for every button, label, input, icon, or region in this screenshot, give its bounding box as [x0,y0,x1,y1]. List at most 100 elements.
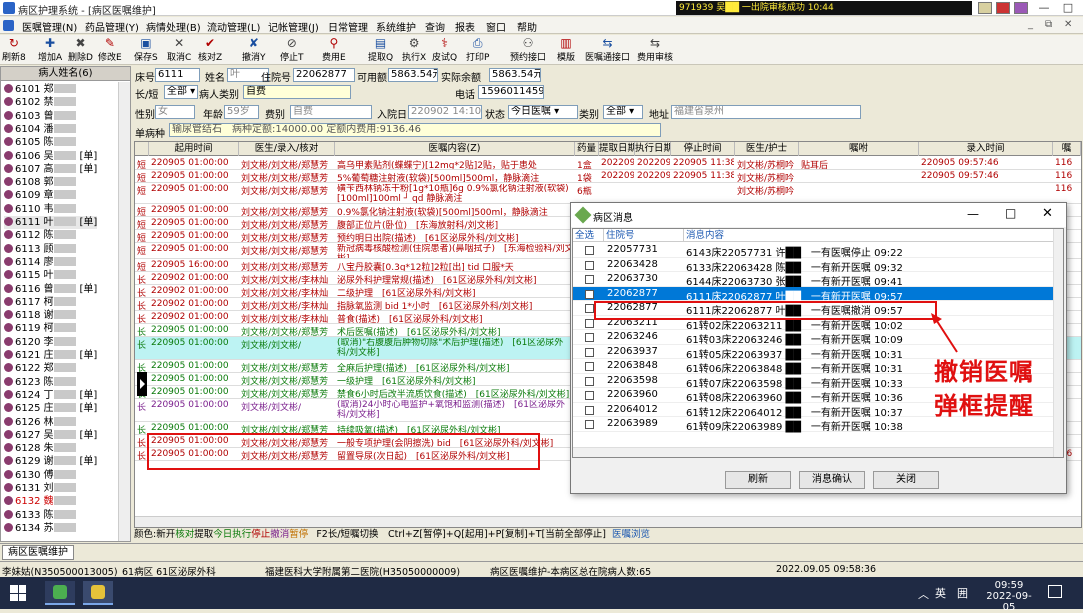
patient-row[interactable]: 6112 陈 [4,229,79,242]
tab-order-maintenance[interactable]: 病区医嘱维护 [2,545,74,560]
toolbar-save-button[interactable]: ▣ 保存S [134,36,158,63]
message-row[interactable]: 22063428 6133床22063428 陈██ 一有新开医嘱 09:32 [573,258,1053,274]
message-row[interactable]: 22063246 61转03床22063246 ██ 一有新开医嘱 10:09 [573,330,1053,346]
mdi-restore-button[interactable]: ⧉ [1045,19,1052,30]
toolbar-execute-button[interactable]: ⚙ 执行X [402,36,426,63]
patient-row[interactable]: 6103 曾 [4,110,79,123]
toolbar-stop-button[interactable]: ⊘ 停止T [280,36,304,63]
grid-col-header[interactable]: 停止时间 [671,142,735,156]
grid-col-header[interactable]: 医嘱内容(Z) [335,142,575,156]
order-browse-link[interactable]: 医嘱浏览 [612,529,650,540]
start-windows-icon[interactable] [10,585,26,601]
message-icon[interactable] [1014,2,1028,14]
patient-row[interactable]: 6129 谢 [单] [4,455,97,468]
patient-row[interactable]: 6131 刘 [4,482,79,495]
patient-row[interactable]: 6120 李 [4,336,79,349]
minimize-button[interactable]: — [1033,1,1055,15]
message-checkbox[interactable] [585,376,594,386]
grid-col-header[interactable]: 药量 [575,142,599,156]
patient-row[interactable]: 6102 禁 [4,96,79,109]
patient-row[interactable]: 6117 柯 [4,296,79,309]
taskbar-app2-icon[interactable] [83,581,113,605]
patient-row[interactable]: 6127 吴 [单] [4,429,97,442]
menu-condition[interactable]: 病情处理(B) [146,19,201,34]
menu-flow-management[interactable]: 流动管理(L) [207,19,260,34]
maximize-button[interactable]: □ [1057,1,1079,15]
patient-row[interactable]: 6121 庄 [单] [4,349,97,362]
patient-row[interactable]: 6114 廖 [4,256,79,269]
patient-row[interactable]: 6132 魏 [4,495,79,508]
grid-col-header[interactable]: 嘱 [1053,142,1081,156]
patient-row[interactable]: 6110 韦 [4,203,79,216]
message-row[interactable]: 22063730 6144床22063730 张██ 一有新开医嘱 09:41 [573,272,1053,288]
patient-row[interactable]: 6104 潘 [4,123,79,136]
toolbar-edit-button[interactable]: ✎ 修改E [98,36,122,63]
patient-row[interactable]: 6101 郑 [4,83,79,96]
toolbar-print-button[interactable]: ⎙ 打印P [466,36,489,63]
message-checkbox[interactable] [585,333,594,342]
patient-row[interactable]: 6130 傅 [4,469,79,482]
grid-col-header[interactable]: 录入时间 [919,142,1053,156]
message-checkbox[interactable] [585,405,594,415]
patient-row[interactable]: 6118 谢 [4,309,79,322]
message-checkbox[interactable] [585,289,594,299]
mdi-minimize-button[interactable]: _ [1028,19,1033,30]
toolbar-cancel-button[interactable]: ✕ 取消C [167,36,191,63]
order-row[interactable]: 短 220905 01:00:00 刘文彬/刘文彬/郑慧芳 高乌甲素贴剂(蝶蝶宁)[1… [135,157,1081,170]
toolbar-add-button[interactable]: ✚ 增加A [38,36,62,63]
toolbar-skin-test-button[interactable]: ⚕ 皮试Q [432,36,457,63]
grid-col-header[interactable]: 医生/护士 [735,142,799,156]
patient-row[interactable]: 6134 苏 [4,522,79,535]
patient-list-header[interactable]: 病人姓名(6) [1,67,130,81]
ime-language[interactable]: 英 [935,585,946,601]
status-select[interactable]: 今日医嘱 ▾ [508,105,578,119]
alert-mail-icon[interactable] [996,2,1010,14]
patient-row[interactable]: 6125 庄 [单] [4,402,97,415]
patient-row[interactable]: 6128 朱 [4,442,79,455]
patient-row[interactable]: 6106 吴 [单] [4,150,97,163]
patient-row[interactable]: 6126 林 [4,416,79,429]
patient-row[interactable]: 6124 丁 [单] [4,389,97,402]
phone-field[interactable]: 15960114596 [478,85,544,99]
message-checkbox[interactable] [585,420,594,429]
message-confirm-button[interactable]: 消息确认 [799,471,865,489]
grid-col-header[interactable] [135,142,149,156]
toolbar-fee-audit-button[interactable]: ⇆ 费用审核 [637,36,673,63]
longshort-select[interactable]: 全部 ▾ [164,85,198,99]
grid-col-header[interactable]: 起用时间 [149,142,239,156]
grid-col-header[interactable]: 提取日期 [599,142,635,156]
toolbar-extract-button[interactable]: ▤ 提取Q [368,36,393,63]
message-checkbox[interactable] [585,318,594,328]
dialog-close-button[interactable]: 关闭 [873,471,939,489]
toolbar-delete-button[interactable]: ✖ 删除D [68,36,93,63]
menu-query[interactable]: 查询 [425,19,445,34]
menu-report[interactable]: 报表 [455,19,475,34]
menu-system[interactable]: 系统维护 [376,19,416,34]
message-row[interactable]: 22057731 6143床22057731 许██ 一有医嘱停止 09:22 [573,243,1053,259]
toolbar-undo-button[interactable]: ✘ 撤消Y [242,36,266,63]
patient-row[interactable]: 6119 柯 [4,322,79,335]
toolbar-appointment-button[interactable]: ⚇ 预约接口 [510,36,546,63]
menu-billing[interactable]: 记帐管理(J) [268,19,319,34]
patient-row[interactable]: 6108 郭 [4,176,79,189]
patient-row[interactable]: 6109 章 [4,189,79,202]
message-checkbox[interactable] [585,260,594,270]
order-row[interactable]: 短 220905 01:00:00 刘文彬/刘文彬/郑慧芳 磺苄西林钠冻干粉[1g*1… [135,183,1081,204]
patient-row[interactable]: 6115 叶 [4,269,79,282]
message-checkbox[interactable] [585,391,594,400]
patient-row[interactable]: 6133 陈 [4,509,79,522]
patient-row[interactable]: 6105 陈 [4,136,79,149]
patient-row[interactable]: 6122 郑 [4,362,79,375]
patient-row[interactable]: 6107 高 [单] [4,163,97,176]
message-row[interactable]: 22062877 6111床22062877 叶██ 一有新开医嘱 09:57 [573,286,1053,303]
message-checkbox[interactable] [585,246,594,255]
class-select[interactable]: 全部 ▾ [603,105,643,119]
dialog-maximize-button[interactable]: □ [1005,206,1016,220]
grid-col-header[interactable]: 嘱咐 [799,142,919,156]
menu-help[interactable]: 帮助 [517,19,537,34]
menu-window[interactable]: 窗口 [486,19,506,34]
grid-col-header[interactable]: 执行日期 [635,142,671,156]
message-checkbox[interactable] [585,275,594,284]
col-select-all[interactable]: 全选 [573,229,604,242]
dialog-minimize-button[interactable]: — [967,207,979,221]
